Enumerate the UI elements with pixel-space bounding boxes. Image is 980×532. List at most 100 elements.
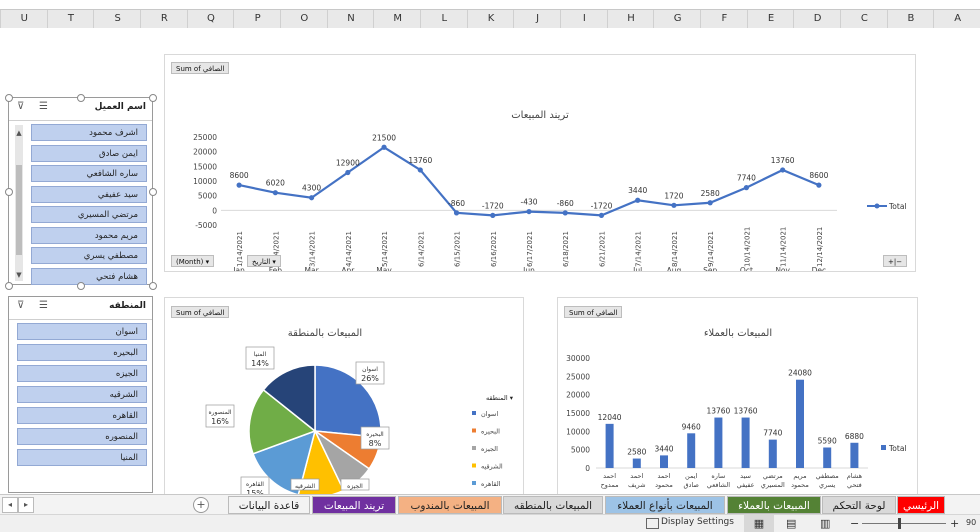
bar <box>714 417 723 468</box>
sheet-tab-bar: ◂ ▸ + الرئيسي لوحة التحكم المبيعات بالعملا… <box>0 494 980 515</box>
customer-slicer-item[interactable]: مرتضي المسيري <box>31 206 147 223</box>
column-header-L[interactable]: L <box>420 10 468 28</box>
x-date-label: 10/14/2021 <box>743 227 751 267</box>
x-category-label: احمد <box>658 472 671 480</box>
column-header-K[interactable]: K <box>466 10 515 28</box>
column-header-D[interactable]: D <box>793 10 841 28</box>
customer-slicer-item[interactable]: مصطفي يسري <box>31 247 147 264</box>
customer-slicer-item[interactable]: سيد عفيفي <box>31 185 147 203</box>
resize-handle[interactable] <box>149 94 157 102</box>
date-filter-button[interactable]: التاريخ ▾ <box>247 255 281 267</box>
x-month-label: May <box>376 266 392 271</box>
x-month-label: Nov <box>775 266 790 271</box>
pie-data-label: اسوان26% <box>355 361 385 385</box>
region-slicer-item[interactable]: الجيزه <box>17 365 147 382</box>
svg-text:البحيره: البحيره <box>366 431 384 438</box>
expand-collapse-button[interactable]: +|− <box>883 255 908 267</box>
multi-select-icon[interactable]: ☰ <box>39 300 48 311</box>
column-header-U[interactable]: U <box>0 10 48 28</box>
column-header-T[interactable]: T <box>46 10 95 28</box>
column-header-G[interactable]: G <box>653 10 701 28</box>
resize-handle[interactable] <box>77 282 85 290</box>
line-data-label: 4300 <box>302 184 321 193</box>
column-header-F[interactable]: F <box>700 10 748 28</box>
column-header-A[interactable]: A <box>933 10 980 28</box>
sheet-tab[interactable]: لوحة التحكم <box>822 496 896 514</box>
line-point <box>707 200 713 206</box>
column-header-Q[interactable]: Q <box>186 10 235 28</box>
customer-slicer-item[interactable]: اشرف محمود <box>31 124 147 141</box>
column-header-R[interactable]: R <box>140 10 188 28</box>
resize-handle[interactable] <box>5 282 13 290</box>
column-header-O[interactable]: O <box>280 10 328 28</box>
svg-text:14%: 14% <box>251 359 269 368</box>
month-filter-button[interactable]: (Month) ▾ <box>171 255 215 267</box>
column-header-S[interactable]: S <box>93 10 141 28</box>
x-category-label: فتحي <box>847 481 862 489</box>
x-month-label: Sep <box>703 266 717 271</box>
zoom-slider-thumb[interactable] <box>898 518 901 529</box>
clear-filter-icon[interactable]: ⊽ <box>17 300 24 311</box>
sheet-tab[interactable]: المبيعات بالمنطقه <box>503 496 603 514</box>
resize-handle[interactable] <box>77 94 85 102</box>
multi-select-icon[interactable]: ☰ <box>39 101 48 112</box>
column-header-N[interactable]: N <box>326 10 375 28</box>
sheet-tab[interactable]: قاعدة البيانات <box>228 496 310 514</box>
column-header-C[interactable]: C <box>840 10 888 28</box>
display-settings-label[interactable]: Display Settings <box>661 517 734 527</box>
region-slicer-item[interactable]: البحيره <box>17 344 147 361</box>
column-header-B[interactable]: B <box>886 10 935 28</box>
zoom-out-icon[interactable]: − <box>850 515 859 532</box>
sheet-tab[interactable]: الرئيسي <box>897 496 945 514</box>
sheet-tab[interactable]: المبيعات بالمندوب <box>398 496 502 514</box>
customer-slicer[interactable]: اسم العميل ⊽ ☰ ▲ ▼ اشرف محمود ايمن صادق سا… <box>8 97 153 285</box>
customer-slicer-item[interactable]: مريم محمود <box>31 226 147 244</box>
region-slicer[interactable]: المنطقه ⊽ ☰ اسوان البحيره الجيزه الشرقيه الق… <box>8 296 153 493</box>
sheet-tab[interactable]: المبيعات بأنواع العملاء <box>605 496 725 514</box>
y-tick-label: 20000 <box>193 148 217 157</box>
normal-view-icon[interactable]: ▦ <box>744 515 774 532</box>
page-layout-view-icon[interactable]: ▤ <box>786 515 796 532</box>
resize-handle[interactable] <box>149 282 157 290</box>
bar-data-label: 9460 <box>682 422 701 431</box>
y-tick-label: -5000 <box>195 221 217 230</box>
resize-handle[interactable] <box>5 94 13 102</box>
region-slicer-item[interactable]: الشرقيه <box>17 386 147 403</box>
customer-slicer-item[interactable]: ايمن صادق <box>31 144 147 162</box>
column-header-bar: UTSRQPONMLKJIHGFEDCBA <box>0 9 980 29</box>
line-chart-panel[interactable]: Sum of الصافي تريند المبيعات 25000 20000 15… <box>164 54 916 272</box>
column-header-P[interactable]: P <box>233 10 281 28</box>
clear-filter-icon[interactable]: ⊽ <box>17 101 24 112</box>
sheet-tab[interactable]: تريند المبيعات <box>312 496 396 514</box>
bar-chart-panel[interactable]: Sum of الصافي المبيعات بالعملاء 30000 2500… <box>557 297 918 497</box>
region-slicer-item[interactable]: القاهره <box>17 407 147 424</box>
region-slicer-item[interactable]: اسوان <box>17 323 147 340</box>
column-header-I[interactable]: I <box>560 10 608 28</box>
pie-legend-label: اسوان <box>481 410 498 418</box>
zoom-slider[interactable] <box>862 523 946 524</box>
resize-handle[interactable] <box>5 188 13 196</box>
x-category-label: محمود <box>791 481 809 489</box>
region-slicer-item[interactable]: المنيا <box>17 449 147 466</box>
x-date-label: 9/14/2021 <box>707 231 715 267</box>
y-tick-label: 0 <box>212 206 217 215</box>
customer-slicer-item[interactable]: هشام فتحي <box>31 267 147 285</box>
resize-handle[interactable] <box>149 188 157 196</box>
column-header-H[interactable]: H <box>606 10 655 28</box>
x-date-label: 6/15/2021 <box>454 231 462 267</box>
y-tick-label: 30000 <box>566 354 590 363</box>
sheet-tabs: الرئيسي لوحة التحكم المبيعات بالعملاء المبي… <box>0 496 980 514</box>
sheet-tab[interactable]: المبيعات بالعملاء <box>727 496 821 514</box>
customer-slicer-item[interactable]: ساره الشافعي <box>31 165 147 182</box>
line-point <box>780 167 786 173</box>
column-header-J[interactable]: J <box>513 10 561 28</box>
pie-chart-panel[interactable]: Sum of الصافي المبيعات بالمنطقة اسوان 26% ا… <box>164 297 524 497</box>
column-header-E[interactable]: E <box>746 10 795 28</box>
page-break-view-icon[interactable]: ▥ <box>820 515 830 532</box>
slicer-scrollbar[interactable]: ▲ ▼ <box>15 125 23 281</box>
region-slicer-item[interactable]: المنصوره <box>17 428 147 445</box>
zoom-in-icon[interactable]: + <box>950 515 959 532</box>
line-point <box>272 190 278 196</box>
status-bar: Display Settings ▦ ▤ ▥ − + 90 <box>0 514 980 532</box>
column-header-M[interactable]: M <box>373 10 421 28</box>
